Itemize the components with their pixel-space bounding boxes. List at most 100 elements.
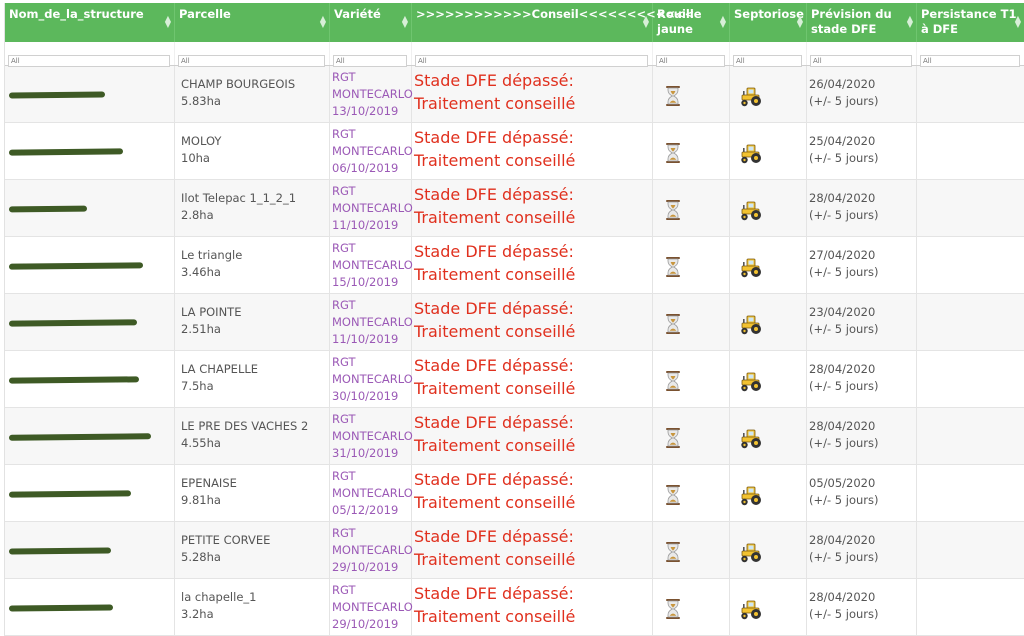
advice-text: Stade DFE dépassé: Traitement conseillé xyxy=(414,527,576,569)
advice-text: Stade DFE dépassé: Traitement conseillé xyxy=(414,584,576,626)
data-table: Nom_de_la_structure ▲ ▼ Parcelle ▲ ▼ Variété… xyxy=(4,3,1024,636)
cell-conseil: Stade DFE dépassé: Traitement conseillé xyxy=(412,237,653,293)
forecast-date: 28/04/2020 xyxy=(809,590,876,604)
advice-text: Stade DFE dépassé: Traitement conseillé xyxy=(414,356,576,398)
sort-icon[interactable]: ▲ ▼ xyxy=(320,15,326,29)
table-row[interactable]: PETITE CORVEE 5.28ha RGT MONTECARLO 29/10/2… xyxy=(5,522,1024,579)
cell-parcelle: Le triangle 3.46ha xyxy=(175,237,330,293)
variety-name: RGT MONTECARLO xyxy=(332,70,413,101)
parcel-name: LA POINTE xyxy=(181,305,242,319)
filter-cell xyxy=(730,42,807,67)
variety-name: RGT MONTECARLO xyxy=(332,298,413,329)
cell-prevision: 28/04/2020 (+/- 5 jours) xyxy=(807,522,917,578)
hourglass-icon xyxy=(661,369,685,393)
tractor-icon xyxy=(738,483,762,507)
header-rouille[interactable]: Rouille jaune ▲ ▼ xyxy=(653,3,730,42)
forecast-margin: (+/- 5 jours) xyxy=(809,94,879,108)
cell-septoriose xyxy=(730,237,807,293)
cell-persistance xyxy=(917,351,1024,407)
sort-icon[interactable]: ▲ ▼ xyxy=(907,15,913,29)
cell-variete: RGT MONTECARLO 11/10/2019 xyxy=(330,294,413,350)
redaction-bar xyxy=(8,262,144,270)
cell-structure xyxy=(5,66,175,122)
header-label: Parcelle xyxy=(179,7,231,21)
table-row[interactable]: LA POINTE 2.51ha RGT MONTECARLO 11/10/2019 S… xyxy=(5,294,1024,351)
cell-structure xyxy=(5,408,175,464)
table-row[interactable]: la chapelle_1 3.2ha RGT MONTECARLO 29/10/20… xyxy=(5,579,1024,636)
forecast-date: 05/05/2020 xyxy=(809,476,876,490)
cell-persistance xyxy=(917,408,1024,464)
forecast-date: 27/04/2020 xyxy=(809,248,876,262)
tractor-icon xyxy=(738,255,762,279)
sowing-date: 30/10/2019 xyxy=(332,389,399,403)
variety-name: RGT MONTECARLO xyxy=(332,526,413,557)
table-row[interactable]: Ilot Telepac 1_1_2_1 2.8ha RGT MONTECARLO 1… xyxy=(5,180,1024,237)
cell-parcelle: LA CHAPELLE 7.5ha xyxy=(175,351,330,407)
cell-septoriose xyxy=(730,180,807,236)
parcel-name: CHAMP BOURGEOIS xyxy=(181,77,296,91)
table-header: Nom_de_la_structure ▲ ▼ Parcelle ▲ ▼ Variété… xyxy=(5,3,1024,42)
sort-icon[interactable]: ▲ ▼ xyxy=(165,15,171,29)
table-row[interactable]: CHAMP BOURGEOIS 5.83ha RGT MONTECARLO 13/10… xyxy=(5,66,1024,123)
tractor-icon xyxy=(738,597,762,621)
cell-parcelle: PETITE CORVEE 5.28ha xyxy=(175,522,330,578)
variety-name: RGT MONTECARLO xyxy=(332,241,413,272)
cell-septoriose xyxy=(730,579,807,635)
header-prevision[interactable]: Prévision du stade DFE ▲ ▼ xyxy=(807,3,917,42)
hourglass-icon xyxy=(661,198,685,222)
sort-icon[interactable]: ▲ ▼ xyxy=(1015,15,1021,29)
forecast-margin: (+/- 5 jours) xyxy=(809,265,879,279)
filter-cell xyxy=(917,42,1024,67)
parcel-name: EPENAISE xyxy=(181,476,237,490)
header-parcelle[interactable]: Parcelle ▲ ▼ xyxy=(175,3,330,42)
cell-parcelle: EPENAISE 9.81ha xyxy=(175,465,330,521)
variety-name: RGT MONTECARLO xyxy=(332,469,413,500)
sort-icon[interactable]: ▲ ▼ xyxy=(643,15,649,29)
header-label: Septoriose xyxy=(734,7,804,21)
table-row[interactable]: MOLOY 10ha RGT MONTECARLO 06/10/2019 Stade D… xyxy=(5,123,1024,180)
cell-conseil: Stade DFE dépassé: Traitement conseillé xyxy=(412,579,653,635)
cell-prevision: 28/04/2020 (+/- 5 jours) xyxy=(807,180,917,236)
header-persistance[interactable]: Persistance T1 à DFE ▲ ▼ xyxy=(917,3,1024,42)
table-row[interactable]: LE PRE DES VACHES 2 4.55ha RGT MONTECARLO 3… xyxy=(5,408,1024,465)
cell-structure xyxy=(5,351,175,407)
cell-rouille xyxy=(653,237,730,293)
cell-prevision: 23/04/2020 (+/- 5 jours) xyxy=(807,294,917,350)
header-septoriose[interactable]: Septoriose ▲ ▼ xyxy=(730,3,807,42)
table-row[interactable]: EPENAISE 9.81ha RGT MONTECARLO 05/12/2019 St… xyxy=(5,465,1024,522)
sowing-date: 05/12/2019 xyxy=(332,503,399,517)
header-variete[interactable]: Variété ▲ ▼ xyxy=(330,3,412,42)
parcel-name: LE PRE DES VACHES 2 xyxy=(181,419,309,433)
sort-icon[interactable]: ▲ ▼ xyxy=(797,15,803,29)
parcel-area: 4.55ha xyxy=(181,436,221,450)
parcel-name: PETITE CORVEE xyxy=(181,533,271,547)
cell-variete: RGT MONTECARLO 13/10/2019 xyxy=(330,66,413,122)
header-conseil[interactable]: >>>>>>>>>>>>Conseil<<<<<<<<<<<< ▲ ▼ xyxy=(412,3,694,42)
sort-icon[interactable]: ▲ ▼ xyxy=(402,15,408,29)
table-row[interactable]: LA CHAPELLE 7.5ha RGT MONTECARLO 30/10/2019… xyxy=(5,351,1024,408)
cell-conseil: Stade DFE dépassé: Traitement conseillé xyxy=(412,66,653,122)
cell-parcelle: MOLOY 10ha xyxy=(175,123,330,179)
variety-name: RGT MONTECARLO xyxy=(332,355,413,386)
redaction-bar xyxy=(8,604,114,612)
cell-structure xyxy=(5,237,175,293)
header-structure[interactable]: Nom_de_la_structure ▲ ▼ xyxy=(5,3,175,42)
sort-icon[interactable]: ▲ ▼ xyxy=(720,15,726,29)
parcel-area: 10ha xyxy=(181,151,210,165)
cell-septoriose xyxy=(730,351,807,407)
parcel-area: 5.28ha xyxy=(181,550,221,564)
hourglass-icon xyxy=(661,84,685,108)
filter-cell xyxy=(412,42,653,67)
cell-parcelle: la chapelle_1 3.2ha xyxy=(175,579,330,635)
cell-rouille xyxy=(653,465,730,521)
cell-rouille xyxy=(653,522,730,578)
cell-conseil: Stade DFE dépassé: Traitement conseillé xyxy=(412,465,653,521)
sowing-date: 15/10/2019 xyxy=(332,275,399,289)
redaction-bar xyxy=(8,433,152,441)
cell-prevision: 28/04/2020 (+/- 5 jours) xyxy=(807,579,917,635)
cell-conseil: Stade DFE dépassé: Traitement conseillé xyxy=(412,180,653,236)
cell-rouille xyxy=(653,408,730,464)
cell-prevision: 27/04/2020 (+/- 5 jours) xyxy=(807,237,917,293)
parcel-area: 2.51ha xyxy=(181,322,221,336)
table-row[interactable]: Le triangle 3.46ha RGT MONTECARLO 15/10/201… xyxy=(5,237,1024,294)
